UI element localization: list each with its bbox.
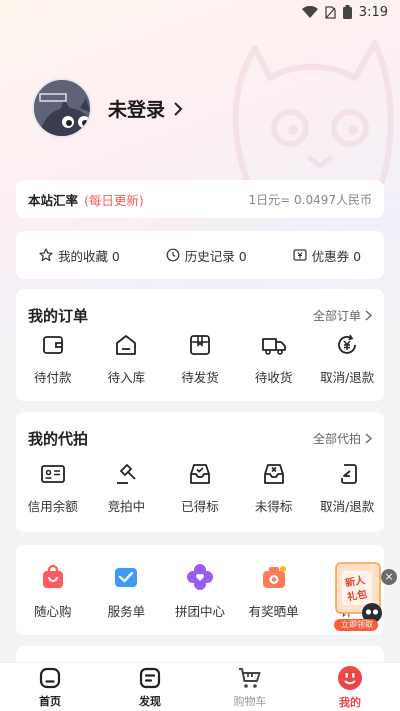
flower-heart-icon xyxy=(186,564,213,590)
order-status-row: 待付款 待入库 待发货 待收货 取消/退款 xyxy=(16,333,384,386)
history-link[interactable]: 历史记录 0 xyxy=(166,246,247,265)
coupons-label: 优惠券 0 xyxy=(311,248,362,264)
service-photo-review-label: 有奖晒单 xyxy=(248,604,299,619)
cart-icon xyxy=(239,667,261,688)
battery-icon xyxy=(342,5,352,19)
coupon-icon xyxy=(292,249,307,261)
order-pending-shipment[interactable]: 待发货 xyxy=(163,333,237,386)
service-tickets[interactable]: 服务单 xyxy=(90,563,164,620)
my-bids-card: 我的代拍 全部代拍 信用余额 竞拍中 已得标 未得标 取消/退款 xyxy=(16,412,384,532)
coupons-link[interactable]: 优惠券 0 xyxy=(292,246,362,265)
order-cancel-refund[interactable]: 取消/退款 xyxy=(310,333,384,386)
order-cancel-refund-label: 取消/退款 xyxy=(320,370,375,385)
clock-icon xyxy=(166,248,180,262)
quick-links-card: 我的收藏 0 历史记录 0 优惠券 0 xyxy=(16,231,384,279)
cat-decoration-icon xyxy=(232,40,394,190)
my-bids-header: 我的代拍 全部代拍 xyxy=(28,428,372,449)
bid-lost[interactable]: 未得标 xyxy=(237,462,311,515)
bid-credit-balance-label: 信用余额 xyxy=(27,499,78,514)
service-free-buy-label: 随心购 xyxy=(34,604,72,619)
star-icon xyxy=(39,248,53,262)
history-label: 历史记录 0 xyxy=(184,248,247,264)
bid-lost-label: 未得标 xyxy=(254,499,293,514)
new-user-gift-badge[interactable]: 新人 礼包 立即领取 xyxy=(332,561,384,633)
bid-cancel-refund-label: 取消/退款 xyxy=(320,499,375,514)
bid-cancel-refund[interactable]: 取消/退款 xyxy=(310,462,384,515)
all-bids-label: 全部代拍 xyxy=(312,432,361,446)
tab-profile-label: 我的 xyxy=(339,695,361,709)
chevron-right-icon xyxy=(365,310,372,321)
tab-discover[interactable]: 发现 xyxy=(100,663,200,711)
id-card-icon xyxy=(40,465,65,483)
order-pending-storage[interactable]: 待入库 xyxy=(90,333,164,386)
tab-cart-label: 购物车 xyxy=(233,694,267,708)
check-card-icon xyxy=(115,568,138,587)
bid-in-progress[interactable]: 竞拍中 xyxy=(90,462,164,515)
order-pending-payment[interactable]: 待付款 xyxy=(16,333,90,386)
chevron-right-icon xyxy=(174,101,183,116)
tab-discover-label: 发现 xyxy=(139,694,161,708)
wifi-icon xyxy=(301,6,318,18)
order-pending-receipt[interactable]: 待收货 xyxy=(237,333,311,386)
shopping-bag-icon xyxy=(42,564,63,588)
favorites-link[interactable]: 我的收藏 0 xyxy=(39,246,120,265)
tab-home[interactable]: 首页 xyxy=(0,663,100,711)
services-card: 随心购 服务单 拼团中心 有奖晒单 评 xyxy=(16,545,384,635)
inbox-check-icon xyxy=(190,464,210,484)
all-orders-link[interactable]: 全部订单 xyxy=(313,307,372,324)
my-orders-header: 我的订单 全部订单 xyxy=(28,305,372,326)
camera-icon xyxy=(262,566,286,588)
my-orders-title: 我的订单 xyxy=(28,307,89,325)
favorites-label: 我的收藏 0 xyxy=(57,248,120,264)
service-tickets-label: 服务单 xyxy=(107,604,146,619)
rate-label: 本站汇率 xyxy=(28,192,79,208)
wallet-icon xyxy=(42,336,63,354)
bid-status-row: 信用余额 竞拍中 已得标 未得标 取消/退款 xyxy=(16,462,384,515)
box-icon xyxy=(190,335,210,355)
all-orders-label: 全部订单 xyxy=(312,309,361,323)
avatar[interactable] xyxy=(32,78,92,138)
status-bar: 3:19 xyxy=(0,0,400,24)
refund-icon xyxy=(338,334,357,354)
services-row: 随心购 服务单 拼团中心 有奖晒单 评 xyxy=(16,563,384,620)
login-entry[interactable]: 未登录 xyxy=(108,95,183,122)
order-pending-receipt-label: 待收货 xyxy=(254,370,293,385)
tab-profile[interactable]: 我的 xyxy=(300,663,400,711)
bid-won-label: 已得标 xyxy=(181,499,219,514)
home-icon xyxy=(39,667,61,688)
rate-update-tag: (每日更新) xyxy=(84,192,144,208)
bid-credit-balance[interactable]: 信用余额 xyxy=(16,462,90,515)
bottom-tab-bar: 首页 发现 购物车 我的 xyxy=(0,662,400,711)
truck-icon xyxy=(261,338,286,355)
inbox-x-icon xyxy=(263,464,284,484)
login-label: 未登录 xyxy=(108,99,166,121)
order-pending-shipment-label: 待发货 xyxy=(181,370,219,385)
no-sim-icon xyxy=(325,5,336,19)
service-group-buy[interactable]: 拼团中心 xyxy=(163,563,237,620)
all-bids-link[interactable]: 全部代拍 xyxy=(313,430,372,447)
gift-close-button[interactable]: × xyxy=(381,569,397,585)
exchange-rate-card: 本站汇率 (每日更新) 1日元= 0.0497人民币 xyxy=(16,180,384,218)
gift-claim-button[interactable]: 立即领取 xyxy=(338,620,376,630)
my-bids-title: 我的代拍 xyxy=(28,430,89,448)
status-time: 3:19 xyxy=(358,4,388,20)
discover-icon xyxy=(139,667,161,688)
bid-in-progress-label: 竞拍中 xyxy=(107,499,146,514)
rate-value: 1日元= 0.0497人民币 xyxy=(248,192,373,207)
chevron-right-icon xyxy=(365,433,372,444)
service-free-buy[interactable]: 随心购 xyxy=(16,563,90,620)
order-pending-payment-label: 待付款 xyxy=(34,370,72,385)
gavel-icon xyxy=(117,464,137,484)
profile-icon xyxy=(338,665,362,690)
my-orders-card: 我的订单 全部订单 待付款 待入库 待发货 待收货 取消/退款 xyxy=(16,289,384,401)
service-group-buy-label: 拼团中心 xyxy=(174,604,225,619)
order-pending-storage-label: 待入库 xyxy=(107,370,146,385)
service-photo-review[interactable]: 有奖晒单 xyxy=(237,563,311,620)
tab-cart[interactable]: 购物车 xyxy=(200,663,300,711)
bid-won[interactable]: 已得标 xyxy=(163,462,237,515)
tab-home-label: 首页 xyxy=(39,694,61,708)
warehouse-icon xyxy=(116,335,137,355)
return-icon xyxy=(341,464,358,484)
